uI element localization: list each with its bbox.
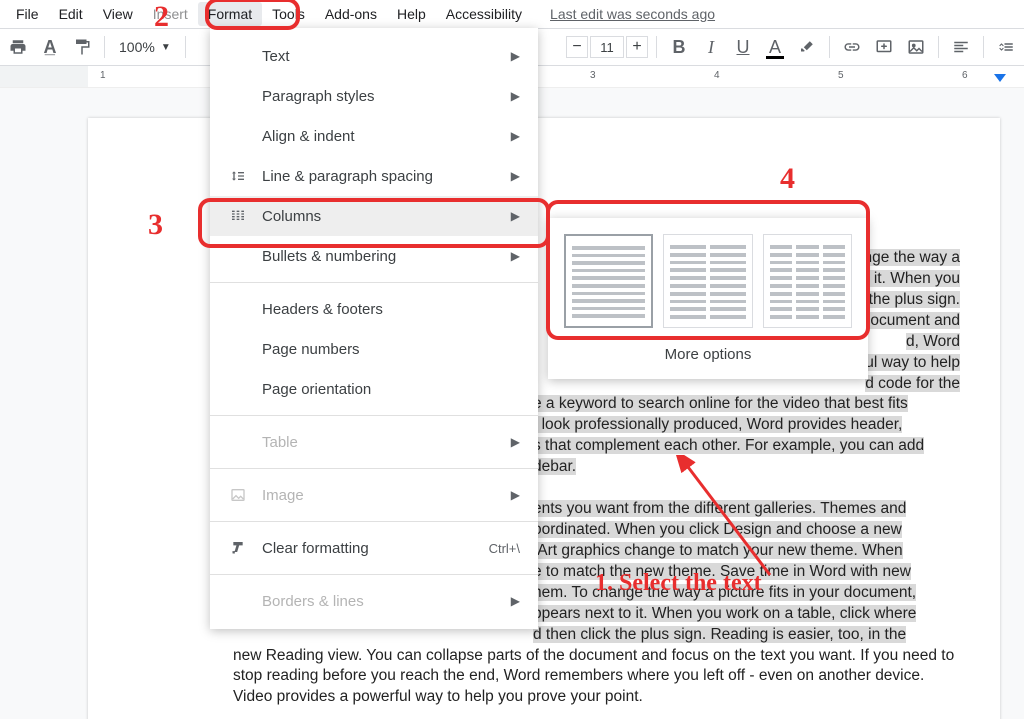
doc-text-line: oordinated. When you click Design and ch… xyxy=(533,521,902,538)
menu-item-align-indent[interactable]: Align & indent▶ xyxy=(210,116,538,156)
menu-item-borders-lines: Borders & lines▶ xyxy=(210,581,538,621)
chevron-right-icon: ▶ xyxy=(511,169,520,183)
menu-item-headers-footers[interactable]: Headers & footers xyxy=(210,289,538,329)
ruler-mark: 4 xyxy=(714,70,720,81)
columns-option-2[interactable] xyxy=(663,234,752,328)
columns-option-3[interactable] xyxy=(763,234,852,328)
highlighter-icon xyxy=(798,38,816,56)
menu-edit[interactable]: Edit xyxy=(49,2,93,26)
chevron-right-icon: ▶ xyxy=(511,89,520,103)
menu-insert[interactable]: Insert xyxy=(143,2,198,26)
menu-accessibility[interactable]: Accessibility xyxy=(436,2,532,26)
font-size-control: − 11 + xyxy=(566,36,648,58)
doc-text-line: e a keyword to search online for the vid… xyxy=(533,395,908,412)
paint-roller-icon xyxy=(73,38,91,56)
menu-view[interactable]: View xyxy=(93,2,143,26)
menu-item-text[interactable]: Text▶ xyxy=(210,36,538,76)
comment-icon xyxy=(875,38,893,56)
doc-text-line: ppears next to it. When you work on a ta… xyxy=(533,605,916,622)
link-icon xyxy=(843,38,861,56)
doc-text-line: hem. To change the way a picture fits in… xyxy=(533,584,916,601)
doc-text-line: d, Word xyxy=(906,333,960,350)
format-menu-dropdown: Text▶ Paragraph styles▶ Align & indent▶ … xyxy=(210,28,538,629)
underline-button[interactable]: U xyxy=(729,33,757,61)
paint-format-button[interactable] xyxy=(68,33,96,61)
menu-tools[interactable]: Tools xyxy=(262,2,315,26)
menu-item-page-orientation[interactable]: Page orientation xyxy=(210,369,538,409)
chevron-right-icon: ▶ xyxy=(511,129,520,143)
print-button[interactable] xyxy=(4,33,32,61)
doc-text-line: t look professionally produced, Word pro… xyxy=(533,416,902,433)
chevron-right-icon: ▶ xyxy=(511,488,520,502)
doc-text-line: new Reading view. You can collapse parts… xyxy=(233,647,954,706)
chevron-right-icon: ▶ xyxy=(511,49,520,63)
menu-item-bullets-numbering[interactable]: Bullets & numbering▶ xyxy=(210,236,538,276)
doc-text-line: document and xyxy=(862,312,960,329)
menu-item-columns[interactable]: Columns▶ xyxy=(210,196,538,236)
chevron-right-icon: ▶ xyxy=(511,209,520,223)
image-icon xyxy=(907,38,925,56)
bold-button[interactable]: B xyxy=(665,33,693,61)
align-left-icon xyxy=(952,38,970,56)
doc-text-line: tArt graphics change to match your new t… xyxy=(533,542,903,559)
text-color-button[interactable]: A xyxy=(761,33,789,61)
chevron-right-icon: ▶ xyxy=(511,594,520,608)
menu-item-page-numbers[interactable]: Page numbers xyxy=(210,329,538,369)
font-size-increase[interactable]: + xyxy=(626,36,648,58)
ruler-mark: 5 xyxy=(838,70,844,81)
zoom-value: 100% xyxy=(119,39,155,55)
doc-text-line: d then click the plus sign. Reading is e… xyxy=(533,626,906,643)
highlight-button[interactable] xyxy=(793,33,821,61)
menu-item-paragraph-styles[interactable]: Paragraph styles▶ xyxy=(210,76,538,116)
ruler-mark: 1 xyxy=(100,70,106,81)
line-spacing-icon xyxy=(997,38,1015,56)
ruler-mark: 6 xyxy=(962,70,968,81)
image-icon xyxy=(228,487,248,503)
doc-text-line: ents you want from the different galleri… xyxy=(533,500,906,517)
chevron-right-icon: ▶ xyxy=(511,435,520,449)
menu-item-table: Table▶ xyxy=(210,422,538,462)
columns-icon xyxy=(228,208,248,224)
doc-text-line: ange the way a xyxy=(855,249,960,266)
doc-text-line: s that complement each other. For exampl… xyxy=(533,437,924,454)
menu-format[interactable]: Format xyxy=(198,2,262,26)
align-button[interactable] xyxy=(947,33,975,61)
spellcheck-button[interactable]: A̲ xyxy=(36,33,64,61)
clear-format-icon xyxy=(228,540,248,556)
doc-text-line: d code for the xyxy=(865,375,960,392)
menu-item-clear-formatting[interactable]: Clear formattingCtrl+\ xyxy=(210,528,538,568)
insert-link-button[interactable] xyxy=(838,33,866,61)
tab-stop-marker[interactable] xyxy=(994,74,1006,82)
ruler-mark: 3 xyxy=(590,70,596,81)
menu-file[interactable]: File xyxy=(6,2,49,26)
shortcut-text: Ctrl+\ xyxy=(489,541,520,556)
menu-item-image: Image▶ xyxy=(210,475,538,515)
print-icon xyxy=(9,38,27,56)
menu-help[interactable]: Help xyxy=(387,2,436,26)
line-spacing-icon xyxy=(228,168,248,184)
columns-submenu: More options xyxy=(548,218,868,379)
add-comment-button[interactable] xyxy=(870,33,898,61)
menu-bar: File Edit View Insert Format Tools Add-o… xyxy=(0,0,1024,28)
chevron-right-icon: ▶ xyxy=(511,249,520,263)
insert-image-button[interactable] xyxy=(902,33,930,61)
zoom-select[interactable]: 100% ▼ xyxy=(113,39,177,55)
line-spacing-button[interactable] xyxy=(992,33,1020,61)
italic-button[interactable]: I xyxy=(697,33,725,61)
doc-text-line: the plus sign. xyxy=(869,291,960,308)
last-edit-link[interactable]: Last edit was seconds ago xyxy=(550,6,715,22)
menu-addons[interactable]: Add-ons xyxy=(315,2,387,26)
menu-item-line-spacing[interactable]: Line & paragraph spacing▶ xyxy=(210,156,538,196)
font-size-input[interactable]: 11 xyxy=(590,36,624,58)
columns-option-1[interactable] xyxy=(564,234,653,328)
font-size-decrease[interactable]: − xyxy=(566,36,588,58)
doc-text-line: e to match the new theme. Save time in W… xyxy=(533,563,911,580)
columns-more-options[interactable]: More options xyxy=(564,346,852,363)
chevron-down-icon: ▼ xyxy=(161,42,171,53)
doc-text-line: debar. xyxy=(533,458,576,475)
